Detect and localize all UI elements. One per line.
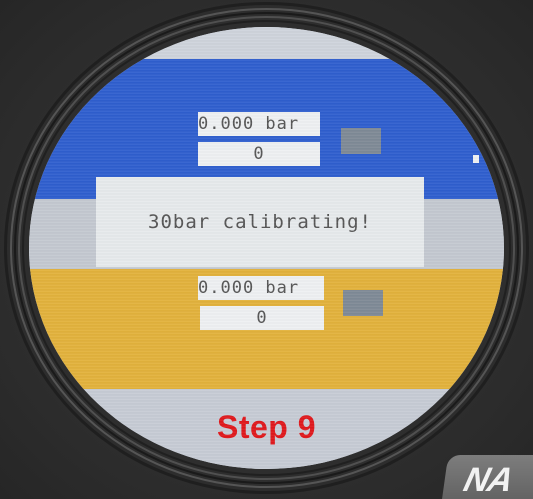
channel-2-count-readout: 0 (200, 306, 324, 330)
step-label: Step 9 (216, 409, 317, 445)
channel-1-pressure-readout: 0.000 bar (198, 112, 320, 136)
brand-logo-plate: NA (439, 455, 533, 499)
channel-1-count-readout: 0 (198, 142, 320, 166)
channel-2-pressure-readout: 0.000 bar (198, 276, 324, 300)
round-display: 0.000 bar 0 30bar calibrating! 0.000 bar… (29, 27, 504, 469)
channel-2-status-indicator[interactable] (343, 290, 383, 316)
calibration-status-message: 30bar calibrating! (96, 177, 424, 267)
channel-1-status-indicator[interactable] (341, 128, 381, 154)
top-band (29, 27, 504, 59)
channel-1-edge-marker (473, 155, 479, 163)
device-panel: 0.000 bar 0 30bar calibrating! 0.000 bar… (0, 0, 533, 499)
brand-logo-text: NA (460, 461, 517, 499)
